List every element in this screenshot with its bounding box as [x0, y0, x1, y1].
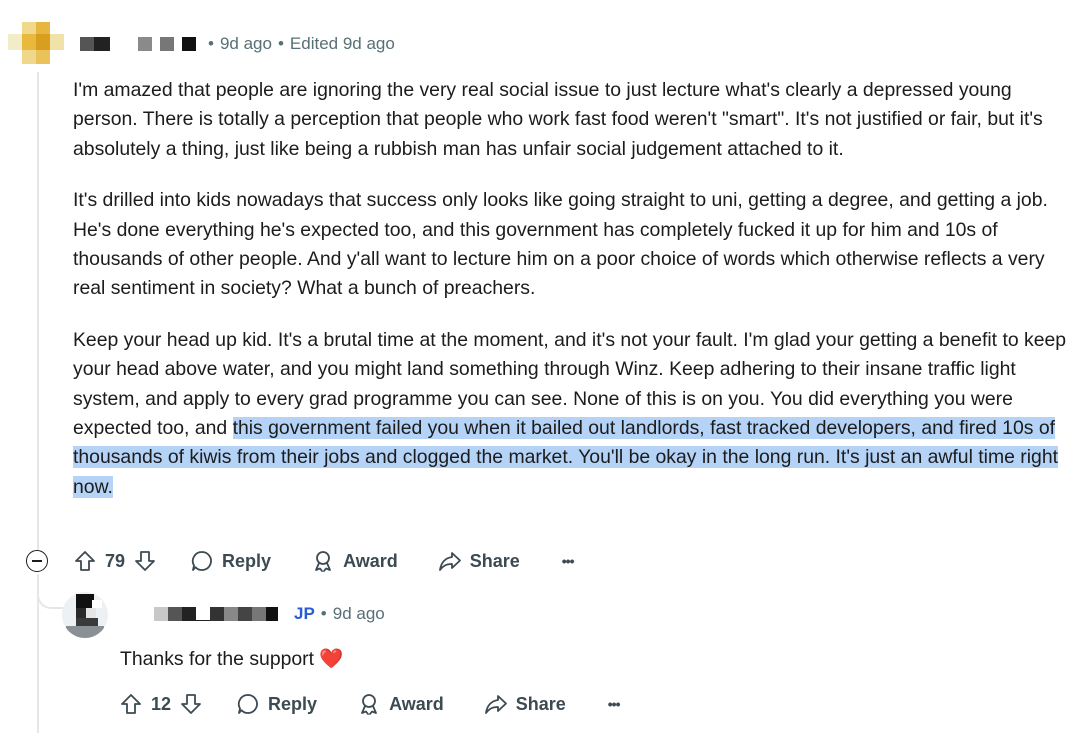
more-icon: •••	[607, 696, 621, 712]
comment-time[interactable]: 9d ago	[220, 34, 272, 54]
speech-bubble-icon	[237, 694, 258, 714]
award-label: Award	[343, 550, 398, 571]
share-label: Share	[469, 550, 520, 571]
reply-label: Reply	[268, 693, 318, 714]
upvote-icon[interactable]	[73, 549, 97, 573]
share-arrow-icon	[438, 552, 461, 571]
share-arrow-icon	[484, 695, 507, 714]
downvote-icon[interactable]	[133, 549, 157, 573]
share-button[interactable]: Share	[438, 549, 520, 573]
reply-button[interactable]: Reply	[190, 549, 271, 573]
paragraph: Keep your head up kid. It's a brutal tim…	[73, 326, 1068, 502]
award-icon	[361, 694, 377, 715]
reply-time[interactable]: 9d ago	[333, 604, 385, 624]
reply-body: Thanks for the support ❤️	[120, 648, 344, 670]
more-icon: •••	[561, 553, 575, 569]
more-options-button[interactable]: •••	[607, 696, 621, 712]
meta-separator: •	[320, 604, 327, 623]
thread-line	[37, 72, 39, 550]
reply-action-bar: 12 Reply Award Share •••	[119, 692, 620, 716]
comment-action-bar: 79 Reply Award Share •••	[73, 549, 574, 573]
award-button[interactable]: Award	[311, 549, 398, 573]
share-button[interactable]: Share	[484, 692, 566, 716]
paragraph: It's drilled into kids nowadays that suc…	[73, 189, 1048, 300]
reply-button[interactable]: Reply	[236, 692, 317, 716]
edited-label: Edited 9d ago	[289, 34, 395, 53]
award-icon	[315, 551, 331, 572]
vote-control: 12	[119, 692, 203, 716]
speech-bubble-icon	[191, 551, 212, 571]
username-blurred[interactable]	[80, 37, 196, 51]
paragraph: I'm amazed that people are ignoring the …	[73, 79, 1043, 160]
collapse-thread-button[interactable]	[26, 550, 48, 572]
user-flair: JP	[294, 604, 315, 623]
share-label: Share	[515, 693, 566, 714]
upvote-icon[interactable]	[119, 692, 143, 716]
reply-label: Reply	[222, 550, 272, 571]
vote-count: 79	[105, 550, 126, 571]
downvote-icon[interactable]	[179, 692, 203, 716]
vote-control: 79	[73, 549, 157, 573]
award-button[interactable]: Award	[357, 692, 444, 716]
avatar[interactable]	[8, 18, 68, 68]
more-options-button[interactable]: •••	[561, 553, 575, 569]
reply-meta: JP • 9d ago	[154, 604, 385, 624]
vote-count: 12	[151, 693, 172, 714]
comment-body: I'm amazed that people are ignoring the …	[73, 76, 1068, 524]
comment-meta: • 9d ago • Edited 9d ago	[80, 34, 395, 54]
meta-separator: •	[208, 34, 214, 53]
thread-elbow	[37, 585, 63, 609]
reply-avatar[interactable]	[62, 592, 108, 638]
award-label: Award	[389, 693, 444, 714]
meta-separator: •	[277, 34, 284, 53]
reply-username-blurred[interactable]	[154, 607, 278, 621]
